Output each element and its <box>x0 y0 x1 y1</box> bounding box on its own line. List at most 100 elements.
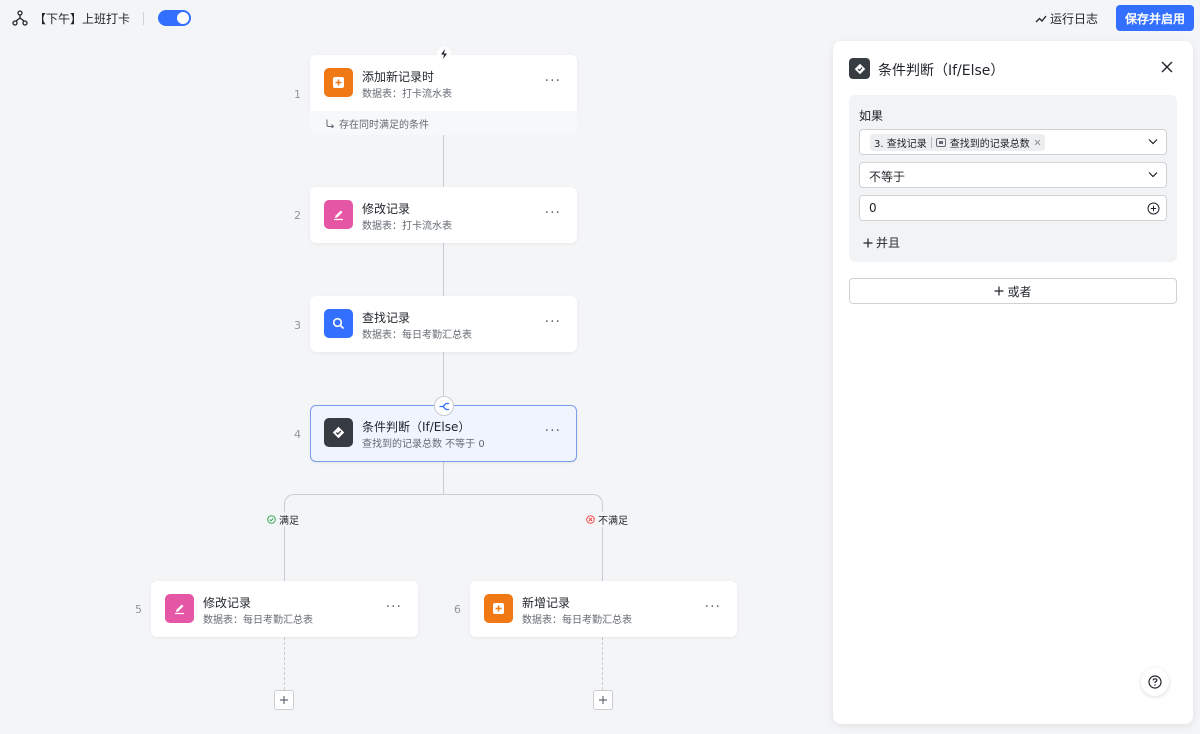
add-record-icon <box>493 603 504 614</box>
node-title: 新增记录 <box>522 596 571 610</box>
flow-node-add-record[interactable]: 新增记录 数据表：每日考勤汇总表 ··· <box>470 581 737 637</box>
if-label: 如果 <box>859 109 884 123</box>
dashed-right-end <box>602 637 603 690</box>
node-icon <box>324 309 353 338</box>
node-icon <box>324 68 353 97</box>
run-log-label: 运行日志 <box>1050 12 1099 26</box>
step-number: 3 <box>294 319 301 332</box>
help-icon <box>1148 675 1162 689</box>
tag-separator <box>930 137 932 148</box>
branch-curve-right <box>443 494 603 514</box>
and-label: 并且 <box>876 236 901 250</box>
add-step-button-left[interactable] <box>274 690 294 710</box>
connector-2-3 <box>443 243 444 296</box>
step-number: 4 <box>294 428 301 441</box>
more-options-icon[interactable]: ··· <box>386 599 402 615</box>
trigger-condition-label: 存在同时满足的条件 <box>339 119 429 131</box>
chevron-down-icon <box>1148 172 1158 178</box>
condition-icon <box>332 426 345 439</box>
save-and-enable-button[interactable]: 保存并启用 <box>1116 5 1194 31</box>
edit-icon <box>334 210 343 221</box>
condition-group: 如果 3. 查找记录 查找到的记录总数 不等于 0 并且 <box>849 95 1177 262</box>
node-icon <box>324 200 353 229</box>
value-text: 0 <box>869 201 877 215</box>
plus-icon <box>863 238 873 247</box>
dashed-left-end <box>284 637 285 690</box>
flow-node-update-summary[interactable]: 修改记录 数据表：每日考勤汇总表 ··· <box>151 581 418 637</box>
branch-label-yes: 满足 <box>265 512 301 527</box>
node-subtitle: 数据表：每日考勤汇总表 <box>362 330 472 341</box>
close-icon[interactable] <box>1159 59 1175 75</box>
help-button[interactable] <box>1141 668 1169 696</box>
node-subtitle: 数据表：打卡流水表 <box>362 221 452 232</box>
add-step-button-right[interactable] <box>593 690 613 710</box>
x-circle-icon <box>586 515 595 524</box>
trigger-condition-footer[interactable]: 存在同时满足的条件 <box>310 111 577 135</box>
search-icon <box>332 317 345 330</box>
flow-title[interactable]: 【下午】上班打卡 <box>34 10 130 27</box>
node-subtitle: 查找到的记录总数 不等于 0 <box>362 439 485 450</box>
run-log-button[interactable]: 运行日志 <box>1035 10 1098 27</box>
branch-split-icon <box>434 396 454 416</box>
node-subtitle: 数据表：打卡流水表 <box>362 89 452 100</box>
condition-field-select[interactable]: 3. 查找记录 查找到的记录总数 <box>859 129 1167 155</box>
more-options-icon[interactable]: ··· <box>545 205 561 221</box>
node-title: 修改记录 <box>362 202 411 216</box>
node-title: 添加新记录时 <box>362 70 435 84</box>
trigger-bolt-icon <box>437 47 451 61</box>
add-or-group-button[interactable]: 或者 <box>849 278 1177 304</box>
more-options-icon[interactable]: ··· <box>545 73 561 89</box>
connector-4-split <box>443 462 444 494</box>
more-options-icon[interactable]: ··· <box>545 423 561 439</box>
branch-curve-left <box>284 494 444 514</box>
plus-icon <box>599 696 607 704</box>
node-subtitle: 数据表：每日考勤汇总表 <box>522 615 632 626</box>
plus-icon <box>280 696 288 704</box>
top-bar: 【下午】上班打卡 运行日志 保存并启用 <box>0 0 1200 36</box>
step-number: 5 <box>135 603 142 616</box>
add-record-icon <box>333 77 344 88</box>
chevron-down-icon <box>1148 139 1158 145</box>
flow-node-trigger[interactable]: 添加新记录时 数据表：打卡流水表 ··· <box>310 55 577 111</box>
edit-icon <box>175 604 184 615</box>
add-and-condition-button[interactable]: 并且 <box>863 234 900 251</box>
flow-node-update-record[interactable]: 修改记录 数据表：打卡流水表 ··· <box>310 187 577 243</box>
node-icon <box>165 594 194 623</box>
trend-icon <box>1035 15 1047 22</box>
condition-config-panel: 条件判断（If/Else） 如果 3. 查找记录 查找到的记录总数 不等于 0 … <box>833 41 1193 724</box>
connector-1-2 <box>443 135 444 187</box>
branch-condition-icon <box>326 119 334 128</box>
workflow-icon <box>12 10 28 26</box>
branch-yes-text: 满足 <box>279 516 299 527</box>
tag-step-label: 3. 查找记录 <box>874 139 927 150</box>
check-circle-icon <box>267 515 276 524</box>
add-variable-icon[interactable] <box>1147 202 1160 215</box>
tag-remove-icon[interactable] <box>1034 139 1041 146</box>
branch-no-text: 不满足 <box>598 516 628 527</box>
step-number: 2 <box>294 209 301 222</box>
value-input[interactable]: 0 <box>859 195 1167 221</box>
panel-title: 条件判断（If/Else） <box>878 63 1005 79</box>
condition-icon <box>849 58 870 79</box>
number-field-icon <box>935 138 946 147</box>
node-icon <box>484 594 513 623</box>
operator-value: 不等于 <box>869 170 906 184</box>
field-reference-tag[interactable]: 3. 查找记录 查找到的记录总数 <box>870 134 1045 151</box>
flow-node-find-record[interactable]: 查找记录 数据表：每日考勤汇总表 ··· <box>310 296 577 352</box>
plus-icon <box>994 286 1004 296</box>
node-icon <box>324 418 353 447</box>
more-options-icon[interactable]: ··· <box>705 599 721 615</box>
step-number: 6 <box>454 603 461 616</box>
operator-select[interactable]: 不等于 <box>859 162 1167 188</box>
tag-field-label: 查找到的记录总数 <box>949 139 1030 150</box>
branch-label-no: 不满足 <box>584 512 630 527</box>
step-number: 1 <box>294 88 301 101</box>
header-divider <box>143 12 144 25</box>
or-label: 或者 <box>1007 284 1032 299</box>
enable-toggle[interactable] <box>158 10 191 26</box>
node-subtitle: 数据表：每日考勤汇总表 <box>203 615 313 626</box>
node-title: 条件判断（If/Else） <box>362 420 471 434</box>
more-options-icon[interactable]: ··· <box>545 314 561 330</box>
toggle-knob <box>177 12 189 24</box>
node-title: 修改记录 <box>203 596 252 610</box>
